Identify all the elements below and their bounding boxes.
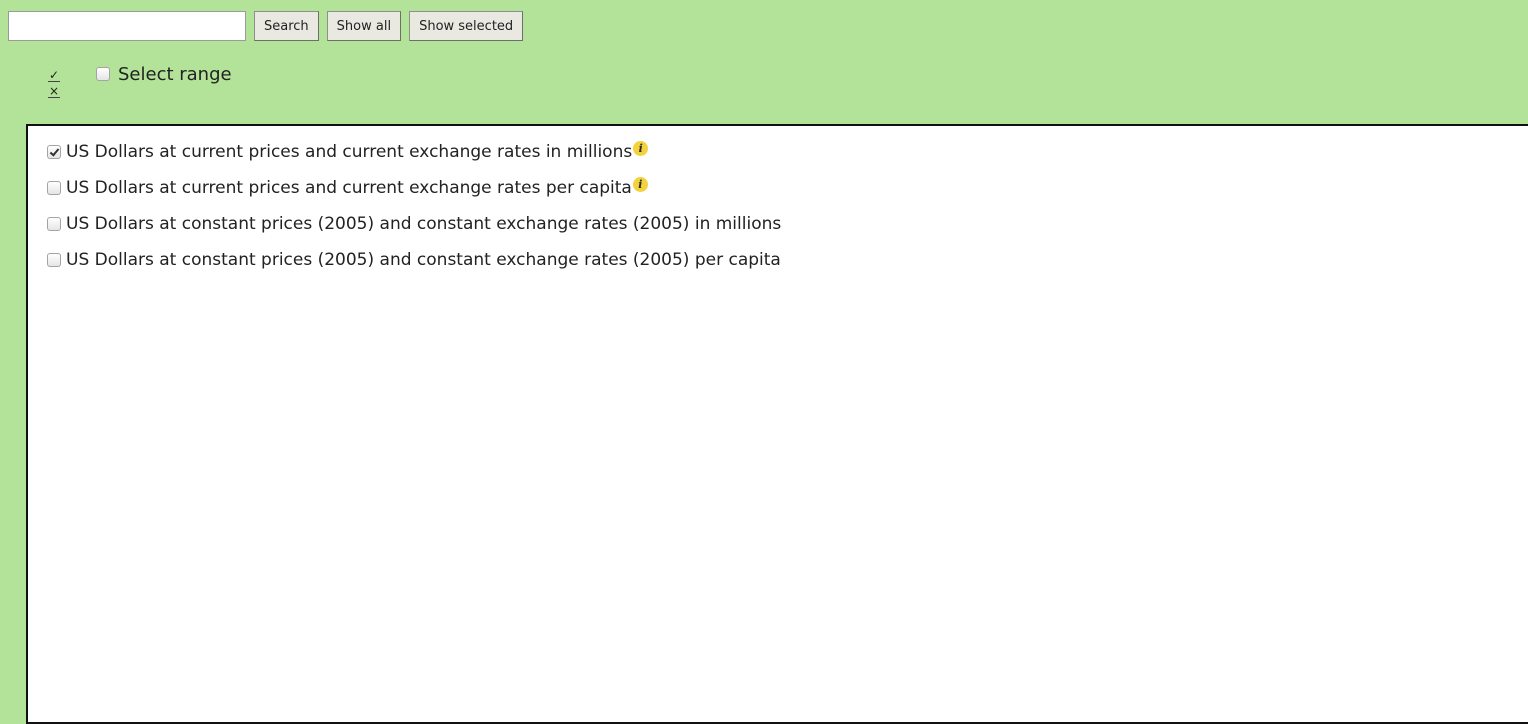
- select-range-label: Select range: [118, 63, 232, 85]
- show-selected-button[interactable]: Show selected: [409, 11, 524, 41]
- measure-label: US Dollars at current prices and current…: [66, 142, 633, 162]
- measure-checkbox[interactable]: [47, 181, 61, 195]
- search-input[interactable]: [8, 11, 246, 41]
- measure-list: US Dollars at current prices and current…: [47, 134, 781, 278]
- measure-label: US Dollars at current prices and current…: [66, 178, 632, 198]
- info-icon[interactable]: i: [632, 176, 648, 192]
- measure-list-panel: US Dollars at current prices and current…: [26, 124, 1528, 724]
- show-all-button[interactable]: Show all: [326, 11, 402, 41]
- measure-item[interactable]: US Dollars at constant prices (2005) and…: [47, 242, 781, 278]
- measure-label: US Dollars at constant prices (2005) and…: [66, 250, 781, 270]
- info-icon[interactable]: i: [633, 140, 649, 156]
- check-all-icon[interactable]: ✓: [48, 69, 60, 82]
- measure-item[interactable]: US Dollars at current prices and current…: [47, 170, 781, 206]
- toolbar: Search Show all Show selected: [8, 11, 524, 41]
- measure-checkbox[interactable]: [47, 145, 61, 159]
- measure-item[interactable]: US Dollars at current prices and current…: [47, 134, 781, 170]
- select-range-row: Select range: [96, 62, 232, 86]
- clear-all-icon[interactable]: ×: [48, 85, 60, 98]
- bulk-selection-controls: ✓ ×: [48, 69, 62, 101]
- measure-item[interactable]: US Dollars at constant prices (2005) and…: [47, 206, 781, 242]
- measure-checkbox[interactable]: [47, 253, 61, 267]
- measure-checkbox[interactable]: [47, 217, 61, 231]
- measure-label: US Dollars at constant prices (2005) and…: [66, 214, 782, 234]
- select-range-checkbox[interactable]: [96, 67, 110, 81]
- search-button[interactable]: Search: [254, 11, 319, 41]
